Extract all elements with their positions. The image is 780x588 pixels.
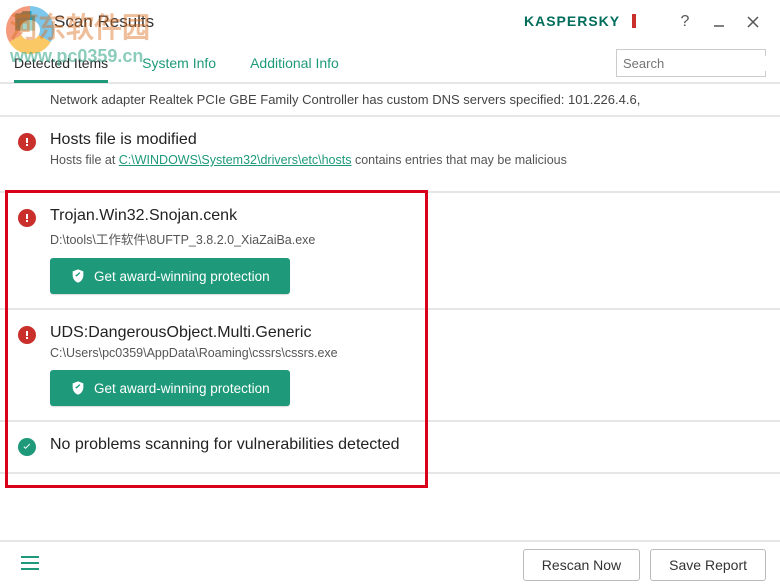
item-title: No problems scanning for vulnerabilities… (50, 436, 762, 454)
protection-button[interactable]: Get award-winning protection (50, 370, 290, 406)
brand-logo: KASPERSKY (524, 10, 654, 34)
item-path: C:\Users\pc0359\AppData\Roaming\cssrs\cs… (50, 346, 762, 360)
alert-icon (18, 209, 36, 227)
help-button[interactable]: ? (668, 5, 702, 39)
hosts-row: Hosts file is modified Hosts file at C:\… (0, 117, 780, 193)
alert-icon (18, 326, 36, 344)
results-list[interactable]: Network adapter Realtek PCIe GBE Family … (0, 84, 780, 538)
info-row: Network adapter Realtek PCIe GBE Family … (0, 84, 780, 117)
tabs-bar: Detected Items System Info Additional In… (0, 44, 780, 84)
search-box[interactable] (616, 49, 766, 77)
save-report-button[interactable]: Save Report (650, 549, 766, 581)
item-title: Hosts file is modified (50, 131, 762, 149)
minimize-button[interactable] (702, 5, 736, 39)
item-title: Trojan.Win32.Snojan.cenk (50, 207, 762, 225)
close-button[interactable] (736, 5, 770, 39)
search-input[interactable] (623, 56, 780, 71)
tab-additional-info[interactable]: Additional Info (250, 45, 339, 81)
threat-row: UDS:DangerousObject.Multi.Generic C:\Use… (0, 310, 780, 422)
info-text: Network adapter Realtek PCIe GBE Family … (50, 92, 640, 107)
item-title: UDS:DangerousObject.Multi.Generic (50, 324, 762, 342)
tab-detected-items[interactable]: Detected Items (14, 45, 108, 81)
svg-text:KASPERSKY: KASPERSKY (524, 13, 620, 29)
check-icon (18, 438, 36, 456)
alert-icon (18, 133, 36, 151)
shield-icon (70, 379, 86, 397)
rescan-button[interactable]: Rescan Now (523, 549, 640, 581)
protection-button[interactable]: Get award-winning protection (50, 258, 290, 294)
hosts-path-link[interactable]: C:\WINDOWS\System32\drivers\etc\hosts (119, 153, 352, 167)
ok-row: No problems scanning for vulnerabilities… (0, 422, 780, 474)
bottom-bar: Rescan Now Save Report (0, 540, 780, 588)
window-title: Scan Results (54, 12, 154, 32)
shield-icon (70, 267, 86, 285)
app-icon (0, 0, 50, 44)
item-path: D:\tools\工作软件\8UFTP_3.8.2.0_XiaZaiBa.exe (50, 229, 762, 248)
menu-button[interactable] (14, 549, 46, 582)
tab-system-info[interactable]: System Info (142, 45, 216, 81)
titlebar: Scan Results KASPERSKY ? (0, 0, 780, 44)
item-desc: Hosts file at C:\WINDOWS\System32\driver… (50, 153, 762, 167)
threat-row: Trojan.Win32.Snojan.cenk D:\tools\工作软件\8… (0, 193, 780, 310)
